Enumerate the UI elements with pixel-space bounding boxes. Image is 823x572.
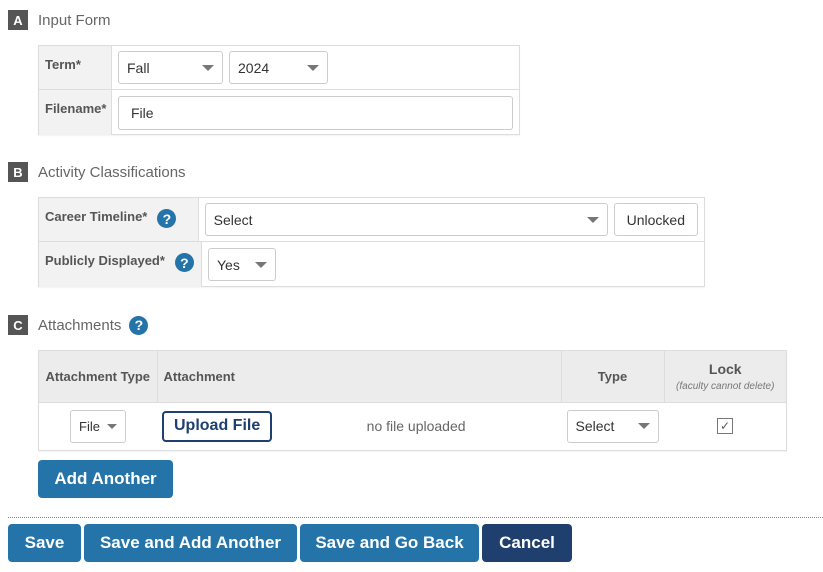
save-button[interactable]: Save xyxy=(8,524,81,562)
add-another-button[interactable]: Add Another xyxy=(38,460,173,498)
section-a-header: A Input Form xyxy=(8,10,111,30)
table-row: File Upload File no file uploaded Select xyxy=(39,401,786,450)
career-timeline-label: Career Timeline* xyxy=(45,209,148,224)
upload-file-button[interactable]: Upload File xyxy=(162,410,273,442)
help-icon[interactable]: ? xyxy=(174,253,194,272)
term-year-value: 2024 xyxy=(238,59,270,76)
attachment-type-select[interactable]: File xyxy=(70,409,126,443)
section-badge: C xyxy=(8,315,28,335)
section-title: Attachments xyxy=(38,316,122,334)
attachment-type-value: File xyxy=(79,418,100,434)
publicly-displayed-select[interactable]: Yes xyxy=(208,248,276,281)
career-timeline-value: Select xyxy=(213,211,253,228)
chevron-down-icon xyxy=(255,261,267,268)
attachments-table: Attachment Type Attachment Type Lock (fa… xyxy=(38,350,787,451)
filename-input[interactable]: File xyxy=(118,95,513,130)
document-type-value: Select xyxy=(575,418,615,435)
term-label: Term* xyxy=(39,46,112,89)
input-form-panel: Term* Fall 2024 Filename* File xyxy=(38,45,520,135)
unlocked-button[interactable]: Unlocked xyxy=(613,203,698,236)
section-badge: B xyxy=(8,162,28,182)
publicly-displayed-label: Publicly Displayed* xyxy=(45,253,165,268)
career-timeline-select[interactable]: Select xyxy=(204,203,608,236)
chevron-down-icon xyxy=(307,64,319,71)
lock-checkbox[interactable]: ✓ xyxy=(717,418,733,435)
chevron-down-icon xyxy=(202,64,214,71)
col-attachment: Attachment xyxy=(157,351,562,402)
divider xyxy=(8,517,823,518)
col-attachment-type: Attachment Type xyxy=(39,351,158,402)
section-b-header: B Activity Classifications xyxy=(8,162,186,182)
lock-header-note: (faculty cannot delete) xyxy=(676,380,775,392)
term-season-select[interactable]: Fall xyxy=(118,51,223,84)
section-badge: A xyxy=(8,10,28,30)
term-year-select[interactable]: 2024 xyxy=(229,51,328,84)
save-and-add-another-button[interactable]: Save and Add Another xyxy=(84,524,297,562)
publicly-displayed-value: Yes xyxy=(217,256,240,273)
section-title: Input Form xyxy=(38,11,111,29)
upload-status: no file uploaded xyxy=(366,418,466,435)
section-title: Activity Classifications xyxy=(38,163,186,181)
col-lock: Lock (faculty cannot delete) xyxy=(664,351,786,402)
chevron-down-icon xyxy=(586,216,599,223)
chevron-down-icon xyxy=(107,423,117,429)
section-c-header: C Attachments ? xyxy=(8,315,149,335)
classifications-panel: Career Timeline* ? Select Unlocked Publi… xyxy=(38,197,705,287)
col-type: Type xyxy=(561,351,665,402)
document-type-select[interactable]: Select xyxy=(566,409,659,443)
cancel-button[interactable]: Cancel xyxy=(482,524,572,562)
lock-header-label: Lock xyxy=(708,360,742,377)
help-icon[interactable]: ? xyxy=(129,315,149,335)
help-icon[interactable]: ? xyxy=(157,209,177,228)
term-season-value: Fall xyxy=(127,59,150,76)
save-and-go-back-button[interactable]: Save and Go Back xyxy=(300,524,479,562)
chevron-down-icon xyxy=(637,423,650,430)
filename-label: Filename* xyxy=(39,90,112,135)
